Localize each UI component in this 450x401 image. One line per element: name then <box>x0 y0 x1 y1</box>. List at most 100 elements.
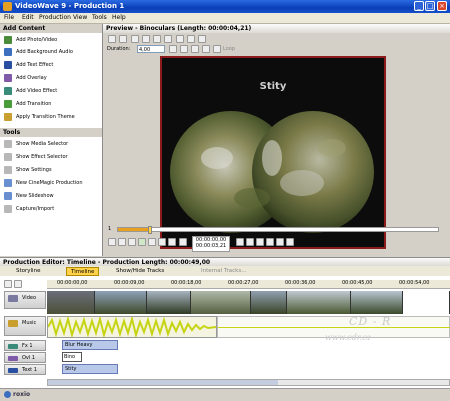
new-cinemagic-production-label: New CineMagic Production <box>16 180 83 186</box>
properties-icon[interactable] <box>198 35 206 43</box>
add-text-effect-item[interactable]: Add Text Effect <box>0 59 102 71</box>
menu-tools[interactable]: Tools <box>92 14 107 21</box>
add-transition-label: Add Transition <box>16 101 52 107</box>
go-end-icon[interactable] <box>168 238 176 246</box>
menu-edit[interactable]: Edit <box>22 14 34 21</box>
time-display: 00:00:00,00 00:00:03,21 <box>192 236 230 252</box>
track-video-label: Video <box>22 295 37 301</box>
delete-icon[interactable] <box>142 35 150 43</box>
audio-clip[interactable] <box>47 315 217 339</box>
copy-icon[interactable] <box>153 35 161 43</box>
ruler-tick: 00:00:09,00 <box>114 280 145 286</box>
show-settings-item[interactable]: Show Settings <box>0 164 102 176</box>
add-background-audio-item[interactable]: Add Background Audio <box>0 46 102 58</box>
fast-forward-icon[interactable] <box>148 238 156 246</box>
stop-icon[interactable] <box>179 238 187 246</box>
volume-line <box>218 327 450 328</box>
paste-icon[interactable] <box>164 35 172 43</box>
tab-timeline[interactable]: Timeline <box>66 267 100 276</box>
transition-icon <box>4 100 12 108</box>
scrollbar-thumb[interactable] <box>48 380 278 385</box>
add-background-audio-label: Add Background Audio <box>16 49 73 55</box>
duration-input[interactable]: 4,00 <box>137 45 165 53</box>
video-clip[interactable] <box>47 291 95 314</box>
snapshot-icon[interactable] <box>266 238 274 246</box>
apply-transition-theme-item[interactable]: Apply Transition Theme <box>0 111 102 123</box>
add-video-effect-item[interactable]: Add Video Effect <box>0 85 102 97</box>
scrub-thumb[interactable] <box>148 226 152 234</box>
music-track-icon <box>8 320 18 327</box>
show-effect-selector-label: Show Effect Selector <box>16 154 68 160</box>
menu-production[interactable]: Production <box>39 14 71 21</box>
grid-icon[interactable] <box>176 35 184 43</box>
duration-option-4[interactable] <box>202 45 210 53</box>
duration-option-1[interactable] <box>169 45 177 53</box>
volume-icon[interactable] <box>286 238 294 246</box>
preview-scrubber[interactable] <box>117 226 439 234</box>
minimize-button[interactable]: _ <box>414 1 424 11</box>
zoom-out-icon[interactable] <box>14 280 22 288</box>
menu-view[interactable]: View <box>73 14 87 21</box>
track-music-header[interactable]: Music <box>4 316 46 336</box>
close-button[interactable]: × <box>437 1 447 11</box>
show-media-selector-item[interactable]: Show Media Selector <box>0 138 102 150</box>
new-cinemagic-production-item[interactable]: New CineMagic Production <box>0 177 102 189</box>
mark-in-icon[interactable] <box>236 238 244 246</box>
layout-icon[interactable] <box>187 35 195 43</box>
prev-frame-icon[interactable] <box>118 238 126 246</box>
overlay-icon <box>4 74 12 82</box>
ruler-tick: 00:00:36,00 <box>285 280 316 286</box>
track-video-header[interactable]: Video <box>4 291 46 309</box>
track-text-header[interactable]: Text 1 <box>4 364 46 375</box>
video-clip[interactable] <box>251 291 287 314</box>
go-start-icon[interactable] <box>108 238 116 246</box>
video-clip[interactable] <box>95 291 147 314</box>
ruler-tick: 00:00:18,00 <box>171 280 202 286</box>
duration-option-3[interactable] <box>191 45 199 53</box>
video-clip[interactable] <box>351 291 403 314</box>
tab-storyline[interactable]: Storyline <box>12 267 44 276</box>
maximize-button[interactable]: □ <box>425 1 435 11</box>
split-icon[interactable] <box>256 238 264 246</box>
apply-transition-theme-label: Apply Transition Theme <box>16 114 75 120</box>
track-overlay-header[interactable]: Ovl 1 <box>4 352 46 363</box>
text-track-icon <box>8 368 18 373</box>
capture-import-item[interactable]: Capture/Import <box>0 203 102 215</box>
add-overlay-item[interactable]: Add Overlay <box>0 72 102 84</box>
add-photo-video-item[interactable]: Add Photo/Video <box>0 34 102 46</box>
show-settings-label: Show Settings <box>16 167 52 173</box>
next-frame-icon[interactable] <box>158 238 166 246</box>
video-clip[interactable] <box>287 291 351 314</box>
duration-option-2[interactable] <box>180 45 188 53</box>
overlay-clip[interactable]: Bino <box>62 352 82 362</box>
zoom-in-icon[interactable] <box>4 280 12 288</box>
ruler-tick: 00:00:00,00 <box>57 280 88 286</box>
title-bar: VideoWave 9 - Production 1 _ □ × <box>0 0 450 13</box>
show-effect-selector-item[interactable]: Show Effect Selector <box>0 151 102 163</box>
fx-clip[interactable]: Blur Heavy <box>62 340 118 350</box>
text-clip[interactable]: Stity <box>62 364 118 374</box>
fullscreen-icon[interactable] <box>276 238 284 246</box>
add-transition-item[interactable]: Add Transition <box>0 98 102 110</box>
new-slideshow-item[interactable]: New Slideshow <box>0 190 102 202</box>
audio-waveform <box>47 315 217 339</box>
play-icon[interactable] <box>138 238 146 246</box>
tab-show-hide-tracks[interactable]: Show/Hide Tracks <box>112 267 168 276</box>
undo-icon[interactable] <box>108 35 116 43</box>
video-clip[interactable] <box>191 291 251 314</box>
track-fx-header[interactable]: Fx 1 <box>4 340 46 351</box>
tab-internal-tracks[interactable]: Internal Tracks... <box>197 267 250 276</box>
mark-out-icon[interactable] <box>246 238 254 246</box>
cut-icon[interactable] <box>131 35 139 43</box>
fx-track-icon <box>8 344 18 349</box>
menu-file[interactable]: File <box>4 14 14 21</box>
rewind-icon[interactable] <box>128 238 136 246</box>
show-media-selector-label: Show Media Selector <box>16 141 69 147</box>
video-clip[interactable] <box>147 291 191 314</box>
timeline-scrollbar[interactable] <box>47 379 450 386</box>
scrub-progress <box>118 228 150 231</box>
menu-help[interactable]: Help <box>112 14 126 21</box>
redo-icon[interactable] <box>119 35 127 43</box>
watermark-logo: CD - R <box>349 315 392 328</box>
loop-checkbox[interactable] <box>213 45 221 53</box>
